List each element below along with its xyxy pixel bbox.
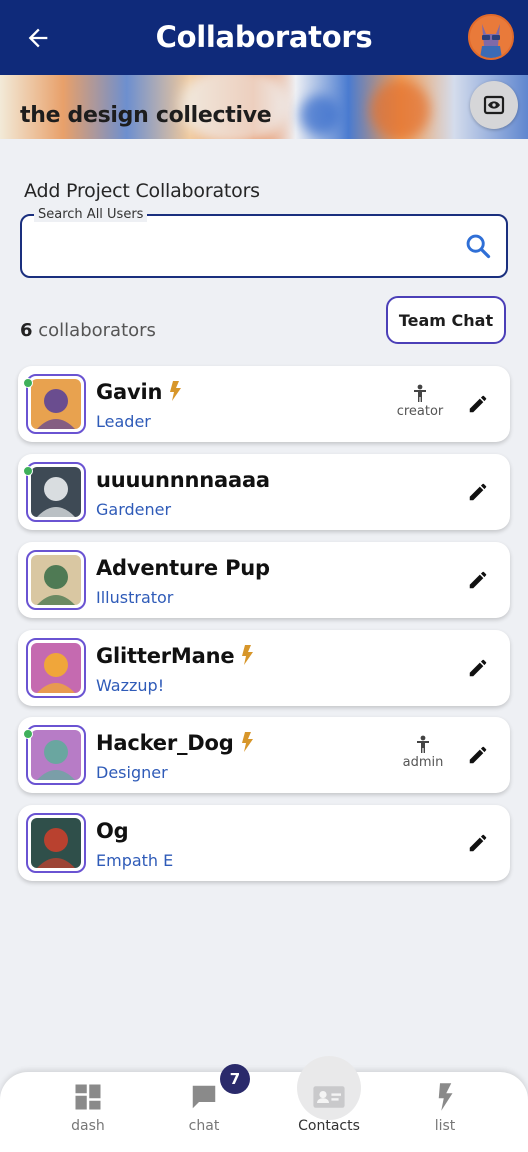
- bottom-navigation: dash chat 7 Contacts list: [0, 1056, 528, 1152]
- avatar[interactable]: [26, 550, 86, 610]
- online-status-dot: [23, 378, 33, 388]
- nav-list-label: list: [434, 1118, 456, 1134]
- avatar[interactable]: [26, 638, 86, 698]
- avatar[interactable]: [26, 813, 86, 873]
- page-title: Collaborators: [155, 20, 373, 54]
- lightning-icon: [240, 732, 254, 757]
- search-input[interactable]: [34, 230, 454, 264]
- collaborator-count-suffix: collaborators: [32, 320, 156, 341]
- edit-button[interactable]: [464, 566, 492, 594]
- team-chat-button[interactable]: Team Chat: [386, 296, 506, 344]
- pencil-icon: [469, 746, 487, 764]
- user-avatar[interactable]: [468, 14, 514, 60]
- permission-label: creator: [396, 404, 444, 419]
- person-icon: [417, 735, 429, 753]
- collaborator-name: Adventure Pup: [96, 556, 270, 580]
- avatar[interactable]: [26, 725, 86, 785]
- contact-card-icon: [313, 1086, 345, 1108]
- online-status-dot: [23, 729, 33, 739]
- dashboard-grid-icon: [75, 1084, 101, 1110]
- pencil-icon: [469, 834, 487, 852]
- avatar[interactable]: [26, 374, 86, 434]
- pencil-icon: [469, 659, 487, 677]
- chat-unread-badge: 7: [220, 1064, 250, 1094]
- nav-list[interactable]: list: [405, 1082, 485, 1134]
- person-icon: [414, 384, 426, 402]
- nav-contacts[interactable]: Contacts: [289, 1082, 369, 1134]
- collaborator-name-text: uuuunnnnaaaa: [96, 468, 270, 492]
- collaborator-count: 6 collaborators: [20, 320, 156, 341]
- collaborator-count-number: 6: [20, 320, 33, 341]
- view-project-button[interactable]: [470, 81, 518, 129]
- search-users-field[interactable]: Search All Users: [20, 207, 508, 278]
- nav-dash[interactable]: dash: [48, 1082, 128, 1134]
- permission-label: admin: [402, 755, 444, 770]
- collaborator-card[interactable]: Og Empath E: [18, 805, 510, 881]
- avatar[interactable]: [26, 462, 86, 522]
- pencil-icon: [469, 395, 487, 413]
- collaborator-card[interactable]: Adventure Pup Illustrator: [18, 542, 510, 618]
- top-app-bar: Collaborators: [0, 0, 528, 75]
- edit-button[interactable]: [464, 829, 492, 857]
- permission-badge: creator: [390, 384, 450, 419]
- edit-button[interactable]: [464, 654, 492, 682]
- collaborator-name: Og: [96, 819, 129, 843]
- pencil-icon: [469, 571, 487, 589]
- edit-button[interactable]: [464, 478, 492, 506]
- collaborator-role: Wazzup!: [96, 676, 165, 695]
- collaborator-role: Gardener: [96, 500, 172, 519]
- collaborator-card[interactable]: GlitterMane Wazzup!: [18, 630, 510, 706]
- lightning-icon: [438, 1083, 453, 1111]
- collaborator-card[interactable]: uuuunnnnaaaa Gardener: [18, 454, 510, 530]
- nav-dash-label: dash: [71, 1118, 105, 1134]
- collaborator-card[interactable]: Hacker_Dog Designer admin: [18, 717, 510, 793]
- search-icon[interactable]: [464, 232, 492, 260]
- permission-badge: admin: [393, 735, 453, 770]
- project-name: the design collective: [20, 103, 272, 128]
- lightning-icon: [240, 645, 254, 670]
- collaborator-name: Hacker_Dog: [96, 731, 254, 757]
- nav-chat-label: chat: [188, 1118, 220, 1134]
- collaborator-card[interactable]: Gavin Leader creator: [18, 366, 510, 442]
- collaborator-name: Gavin: [96, 380, 182, 406]
- collaborator-role: Illustrator: [96, 588, 174, 607]
- collaborator-role: Designer: [96, 763, 168, 782]
- edit-button[interactable]: [464, 741, 492, 769]
- edit-button[interactable]: [464, 390, 492, 418]
- collaborator-name: GlitterMane: [96, 644, 254, 670]
- collaborator-name-text: GlitterMane: [96, 644, 235, 668]
- chat-bubble-icon: [192, 1085, 216, 1109]
- collaborator-name-text: Gavin: [96, 380, 163, 404]
- collaborator-name: uuuunnnnaaaa: [96, 468, 270, 492]
- lightning-icon: [168, 381, 182, 406]
- collaborator-name-text: Hacker_Dog: [96, 731, 234, 755]
- nav-contacts-label: Contacts: [298, 1118, 360, 1134]
- online-status-dot: [23, 466, 33, 476]
- collaborator-role: Leader: [96, 412, 151, 431]
- project-banner: the design collective: [0, 75, 528, 139]
- collaborator-name-text: Og: [96, 819, 129, 843]
- add-collaborators-heading: Add Project Collaborators: [24, 180, 260, 202]
- pencil-icon: [469, 483, 487, 501]
- eye-box-icon: [483, 95, 505, 115]
- search-field-label: Search All Users: [34, 207, 148, 222]
- collaborator-role: Empath E: [96, 851, 174, 870]
- collaborator-name-text: Adventure Pup: [96, 556, 270, 580]
